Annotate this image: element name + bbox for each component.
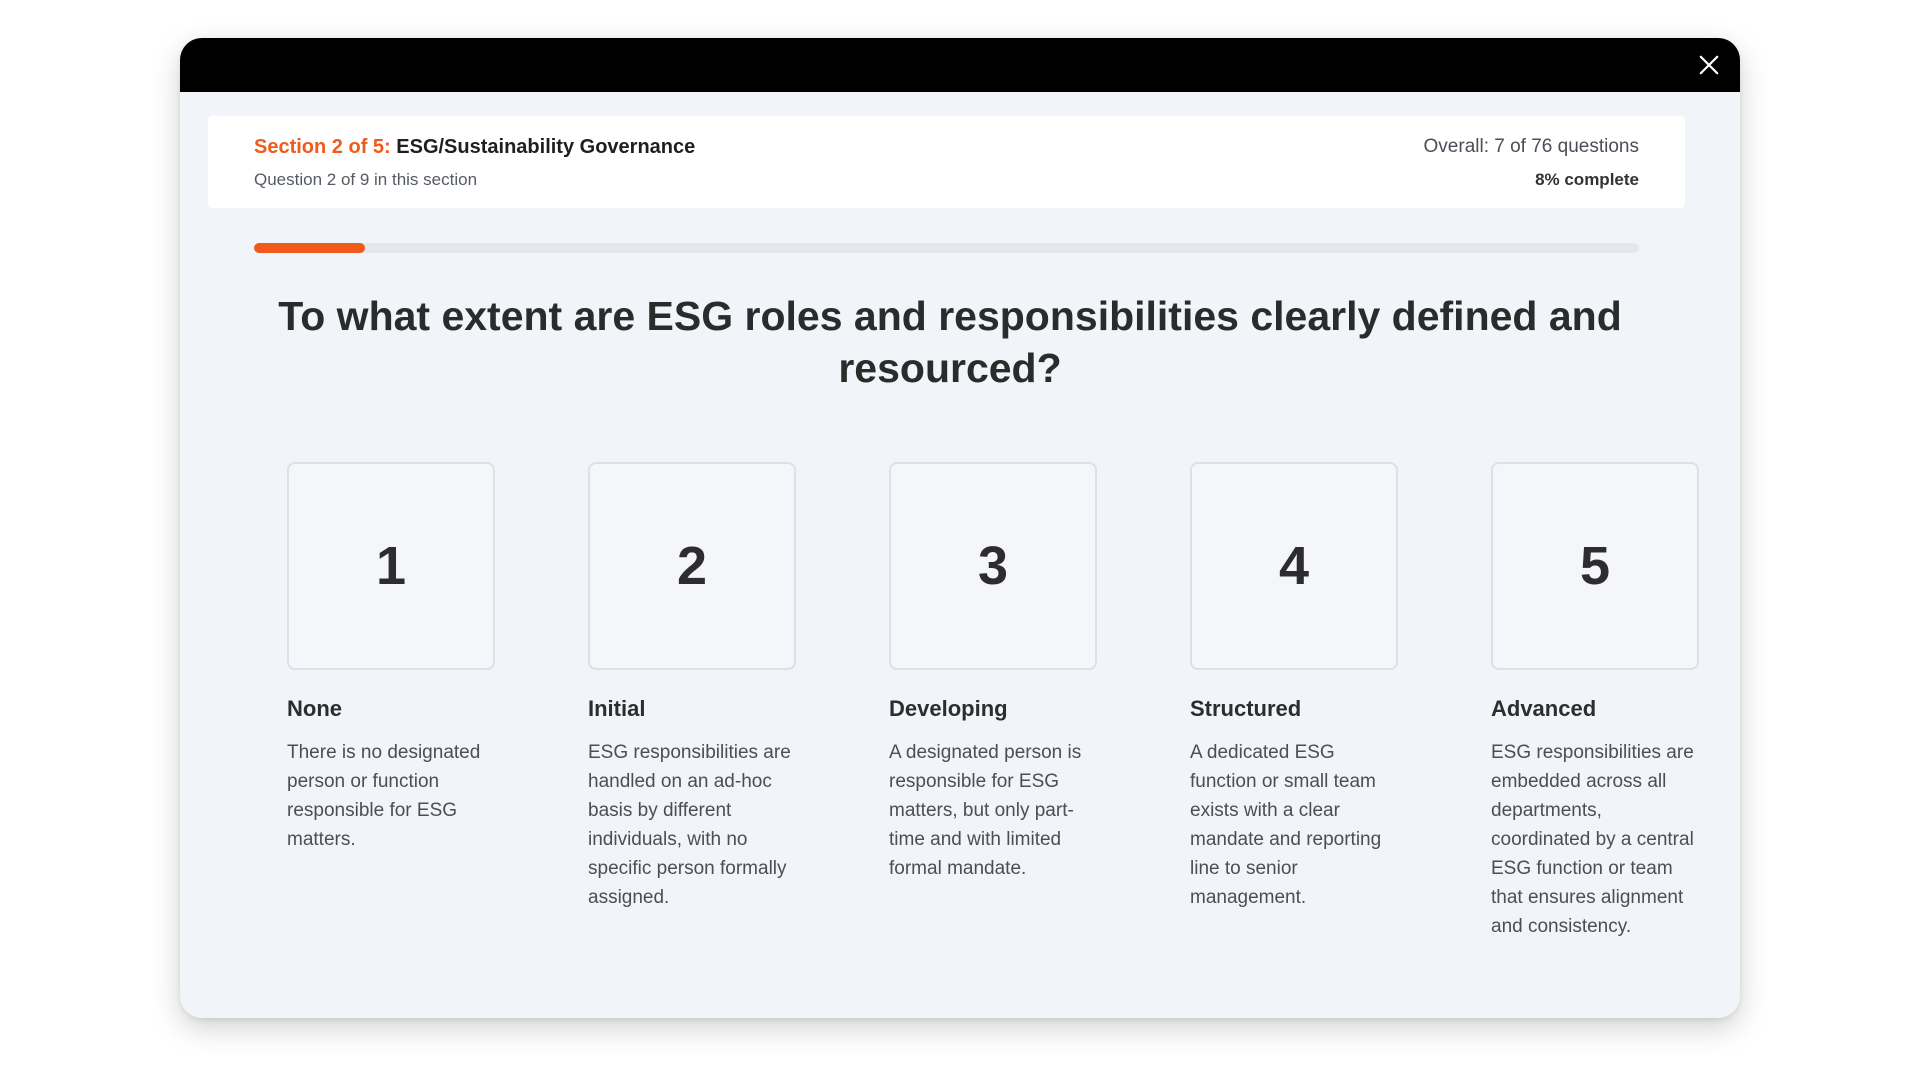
question-text: To what extent are ESG roles and respons…: [278, 293, 1622, 391]
option-number: 4: [1278, 536, 1310, 596]
question-position: Question 2 of 9 in this section: [254, 170, 478, 189]
assessment-modal: Section 2 of 5: ESG/Sustainability Gover…: [180, 38, 1740, 1018]
option-description: A designated person is responsible for E…: [889, 742, 1082, 879]
option-number: 2: [676, 536, 708, 596]
option-title: None: [287, 696, 342, 721]
progress-bar: [254, 243, 1639, 253]
option-number: 3: [977, 536, 1009, 596]
progress-bar-fill: [254, 243, 365, 253]
section-title: ESG/Sustainability Governance: [396, 136, 696, 158]
option-3-button[interactable]: 3: [889, 462, 1097, 670]
option-title: Advanced: [1491, 696, 1597, 721]
option-1-button[interactable]: 1: [287, 462, 495, 670]
option-title: Structured: [1190, 696, 1302, 721]
option-description: ESG responsibilities are handled on an a…: [588, 742, 791, 908]
option-4-button[interactable]: 4: [1190, 462, 1398, 670]
option-3: 3 Developing A designated person is resp…: [889, 462, 1104, 883]
option-1: 1 None There is no designated person or …: [287, 462, 502, 854]
overall-progress-text: Overall: 7 of 76 questions: [1423, 136, 1639, 157]
option-title: Initial: [588, 696, 646, 721]
option-title: Developing: [889, 696, 1008, 721]
close-icon: [1699, 55, 1719, 75]
option-description: There is no designated person or functio…: [287, 742, 481, 850]
section-prefix: Section 2 of 5:: [254, 136, 391, 158]
option-description: ESG responsibilities are embedded across…: [1491, 742, 1694, 937]
option-2-button[interactable]: 2: [588, 462, 796, 670]
modal-topbar: [180, 38, 1740, 92]
close-button[interactable]: [1692, 48, 1726, 82]
option-2: 2 Initial ESG responsibilities are handl…: [588, 462, 803, 912]
option-number: 1: [375, 536, 407, 596]
option-number: 5: [1579, 536, 1611, 596]
option-5: 5 Advanced ESG responsibilities are embe…: [1491, 462, 1706, 941]
option-5-button[interactable]: 5: [1491, 462, 1699, 670]
option-description: A dedicated ESG function or small team e…: [1190, 742, 1382, 908]
percent-complete: 8% complete: [1535, 170, 1639, 189]
section-header-card: Section 2 of 5: ESG/Sustainability Gover…: [208, 116, 1685, 208]
section-heading: Section 2 of 5: ESG/Sustainability Gover…: [254, 136, 695, 159]
option-4: 4 Structured A dedicated ESG function or…: [1190, 462, 1405, 912]
